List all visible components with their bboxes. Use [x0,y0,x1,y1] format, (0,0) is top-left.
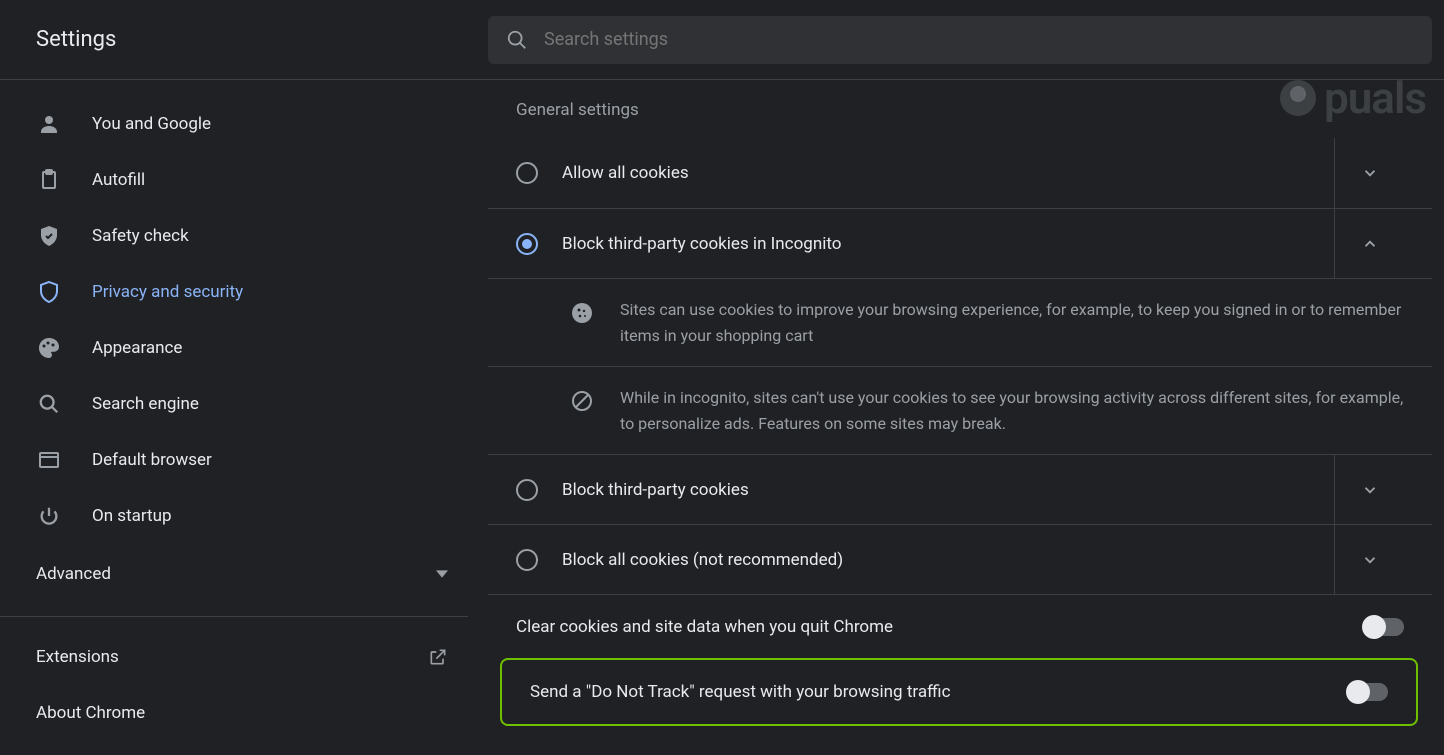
option-block-all-cookies[interactable]: Block all cookies (not recommended) [488,524,1432,594]
shield-check-icon [36,223,62,249]
sidebar-advanced[interactable]: Advanced [0,544,488,604]
sidebar-item-on-startup[interactable]: On startup [0,488,488,544]
sidebar-item-label: Privacy and security [92,282,488,302]
option-label: Block third-party cookies in Incognito [538,234,1334,254]
divider [0,616,468,617]
main-content: puals General settings Allow all cookies… [488,80,1444,755]
expand-button[interactable] [1334,525,1404,595]
option-label: Block all cookies (not recommended) [538,550,1334,570]
browser-icon [36,447,62,473]
search-input[interactable] [544,29,1414,50]
highlighted-do-not-track: Send a "Do Not Track" request with your … [500,658,1418,726]
advanced-label: Advanced [36,564,111,584]
clear-cookies-on-quit-row[interactable]: Clear cookies and site data when you qui… [488,594,1432,658]
option-detail-text: Sites can use cookies to improve your br… [620,297,1404,348]
search-box[interactable] [488,16,1432,64]
sidebar-item-about-chrome[interactable]: About Chrome [0,685,488,741]
page-title: Settings [0,27,488,52]
radio-icon [516,479,538,501]
radio-icon [516,162,538,184]
sidebar-item-privacy-security[interactable]: Privacy and security [0,264,488,320]
sidebar-item-label: Autofill [92,170,488,190]
option-label: Block third-party cookies [538,480,1334,500]
option-detail-text: While in incognito, sites can't use your… [620,385,1404,436]
section-title-general: General settings [488,80,1444,138]
sidebar-item-autofill[interactable]: Autofill [0,152,488,208]
toggle-switch[interactable] [1348,683,1388,701]
sidebar-item-default-browser[interactable]: Default browser [0,432,488,488]
do-not-track-row[interactable]: Send a "Do Not Track" request with your … [502,660,1416,724]
sidebar-item-label: Default browser [92,450,488,470]
radio-icon [516,549,538,571]
expand-button[interactable] [1334,138,1404,208]
radio-selected-icon [516,233,538,255]
sidebar-item-you-and-google[interactable]: You and Google [0,96,488,152]
block-icon [570,385,596,436]
sidebar-item-appearance[interactable]: Appearance [0,320,488,376]
option-label: Allow all cookies [538,163,1334,183]
sidebar-item-safety-check[interactable]: Safety check [0,208,488,264]
sidebar-item-extensions[interactable]: Extensions [0,629,488,685]
palette-icon [36,335,62,361]
power-icon [36,503,62,529]
external-link-icon [428,647,448,667]
search-icon [506,29,528,51]
toggle-switch[interactable] [1364,618,1404,636]
sidebar-item-label: Appearance [92,338,488,358]
expand-button[interactable] [1334,455,1404,525]
option-block-third-party[interactable]: Block third-party cookies [488,454,1432,524]
toggle-label: Send a "Do Not Track" request with your … [530,682,1348,702]
option-detail: Sites can use cookies to improve your br… [488,278,1432,366]
sidebar-item-label: On startup [92,506,488,526]
collapse-button[interactable] [1334,209,1404,279]
sidebar-item-label: Safety check [92,226,488,246]
shield-icon [36,279,62,305]
sidebar-item-label: About Chrome [36,703,488,723]
sidebar-item-label: Extensions [36,647,398,667]
sidebar-item-label: Search engine [92,394,488,414]
sidebar-item-label: You and Google [92,114,488,134]
sidebar-item-search-engine[interactable]: Search engine [0,376,488,432]
search-icon [36,391,62,417]
cookie-icon [570,297,596,348]
option-block-third-party-incognito[interactable]: Block third-party cookies in Incognito [488,208,1432,278]
person-icon [36,111,62,137]
option-detail: While in incognito, sites can't use your… [488,366,1432,454]
sidebar: You and Google Autofill Safety check Pri… [0,80,488,755]
clipboard-icon [36,167,62,193]
caret-down-icon [436,568,448,580]
option-allow-all-cookies[interactable]: Allow all cookies [488,138,1432,208]
toggle-label: Clear cookies and site data when you qui… [516,617,1364,637]
